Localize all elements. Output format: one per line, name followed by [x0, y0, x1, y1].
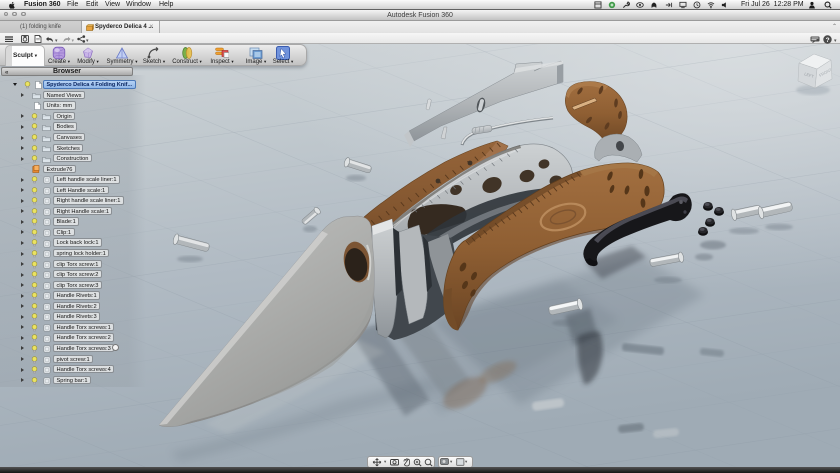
svg-text:?: ? — [826, 37, 830, 44]
